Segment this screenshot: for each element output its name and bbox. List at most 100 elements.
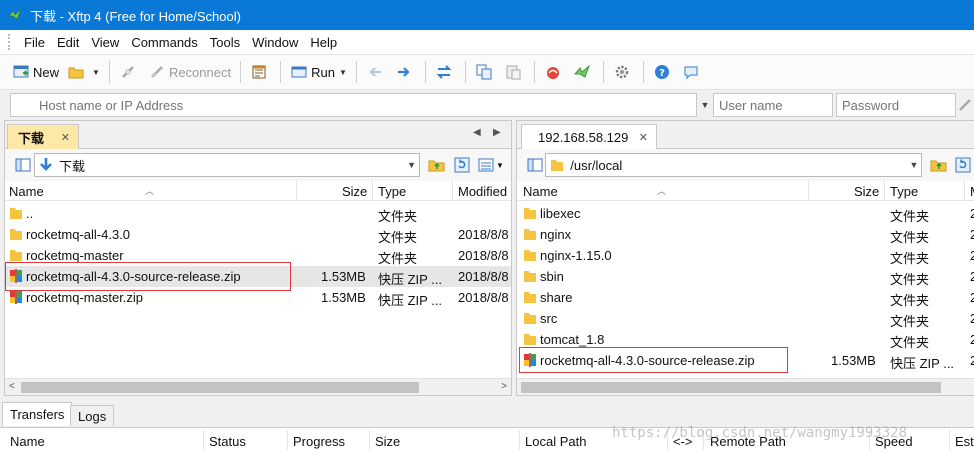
chevron-down-icon[interactable]: ▼ — [697, 93, 713, 117]
refresh-button[interactable] — [953, 154, 974, 176]
file-row[interactable]: sbin 文件夹 2 — [517, 266, 974, 287]
panel-toggle-icon[interactable] — [12, 154, 34, 176]
local-horizontal-scrollbar[interactable]: < > — [5, 378, 511, 395]
col-size[interactable]: Size — [342, 184, 367, 199]
file-row[interactable]: rocketmq-master.zip 1.53MB 快压 ZIP ... 20… — [5, 287, 511, 308]
help-button[interactable]: ? — [649, 59, 678, 85]
forward-button[interactable] — [391, 59, 420, 85]
menu-edit[interactable]: Edit — [51, 35, 85, 50]
scroll-left-icon[interactable]: < — [9, 381, 15, 392]
menu-view[interactable]: View — [85, 35, 125, 50]
remote-path-text: /usr/local — [570, 157, 623, 173]
col-name[interactable]: Name — [523, 184, 558, 199]
remote-path-select[interactable]: /usr/local ▼ — [545, 153, 923, 177]
file-row-selected[interactable]: rocketmq-all-4.3.0-source-release.zip 1.… — [5, 266, 511, 287]
col-transfer-name[interactable]: Name — [10, 434, 45, 449]
local-path-row: 下载 ▼ ▼ — [5, 149, 511, 181]
back-button[interactable] — [362, 59, 391, 85]
parent-folder-button[interactable] — [928, 154, 949, 176]
xftp-button[interactable] — [569, 59, 598, 85]
folder-icon — [523, 332, 537, 346]
refresh-button[interactable] — [451, 154, 473, 176]
svg-text:?: ? — [659, 68, 665, 79]
username-input[interactable] — [713, 93, 833, 117]
col-remote-path[interactable]: Remote Path — [710, 434, 786, 449]
menu-commands[interactable]: Commands — [125, 35, 203, 50]
tab-logs[interactable]: Logs — [70, 405, 115, 426]
file-row[interactable]: rocketmq-all-4.3.0 文件夹 2018/8/8 — [5, 224, 511, 245]
file-row[interactable]: rocketmq-master 文件夹 2018/8/8 — [5, 245, 511, 266]
file-row[interactable]: rocketmq-all-4.3.0-source-release.zip 1.… — [517, 350, 974, 371]
paste-button[interactable] — [500, 59, 529, 85]
run-button[interactable]: Run ▼ — [286, 59, 351, 85]
menu-window[interactable]: Window — [246, 35, 304, 50]
tab-local-downloads[interactable]: 下载 ✕ — [7, 124, 79, 150]
col-local-path[interactable]: Local Path — [525, 434, 586, 449]
file-row[interactable]: tomcat_1.8 文件夹 2 — [517, 329, 974, 350]
chat-button[interactable] — [678, 59, 707, 85]
reconnect-button-label: Reconnect — [168, 64, 232, 80]
password-input[interactable] — [836, 93, 956, 117]
open-folder-button[interactable]: ▼ — [63, 59, 104, 85]
disconnect-button[interactable] — [115, 59, 144, 85]
col-estimated[interactable]: Esti — [955, 434, 974, 449]
scroll-right-icon[interactable]: > — [501, 381, 507, 392]
copy-button[interactable] — [471, 59, 500, 85]
menu-file[interactable]: File — [18, 35, 51, 50]
tab-label: 下载 — [18, 131, 45, 146]
file-row[interactable]: libexec 文件夹 2 — [517, 203, 974, 224]
close-icon[interactable]: ✕ — [639, 131, 648, 144]
parent-folder-button[interactable] — [426, 154, 448, 176]
reconnect-button[interactable]: Reconnect — [144, 59, 235, 85]
connect-icon[interactable] — [956, 93, 974, 117]
new-button[interactable]: New — [8, 59, 63, 85]
zip-archive-icon — [523, 353, 537, 367]
tab-transfers[interactable]: Transfers — [2, 402, 73, 426]
scroll-thumb[interactable] — [521, 382, 941, 393]
col-modified[interactable]: Modified — [458, 184, 507, 199]
tab-scroll-right-icon[interactable]: ▶ — [493, 127, 501, 138]
chevron-down-icon: ▼ — [92, 67, 100, 77]
close-icon[interactable]: ✕ — [61, 131, 70, 144]
local-path-text: 下载 — [59, 158, 86, 174]
panel-toggle-icon[interactable] — [524, 154, 545, 176]
toolbar-divider — [108, 61, 110, 83]
col-progress[interactable]: Progress — [293, 434, 345, 449]
file-row[interactable]: nginx 文件夹 2 — [517, 224, 974, 245]
col-size[interactable]: Size — [854, 184, 879, 199]
col-direction[interactable]: <-> — [673, 434, 693, 449]
gear-icon — [613, 63, 631, 81]
file-row-parent[interactable]: .. 文件夹 — [5, 203, 511, 224]
menu-tools[interactable]: Tools — [204, 35, 246, 50]
col-speed[interactable]: Speed — [875, 434, 913, 449]
tab-scroll-left-icon[interactable]: ◀ — [473, 127, 481, 138]
file-row[interactable]: src 文件夹 2 — [517, 308, 974, 329]
remote-tab-strip: 192.168.58.129 ✕ — [517, 121, 974, 150]
host-input[interactable] — [10, 93, 697, 117]
col-status[interactable]: Status — [209, 434, 246, 449]
local-path-select[interactable]: 下载 ▼ — [34, 153, 420, 177]
col-transfer-size[interactable]: Size — [375, 434, 400, 449]
folder-icon — [523, 290, 537, 304]
xshell-button[interactable] — [540, 59, 569, 85]
file-row[interactable]: share 文件夹 2 — [517, 287, 974, 308]
properties-button[interactable] — [246, 59, 275, 85]
folder-icon — [550, 158, 568, 172]
col-name[interactable]: Name — [9, 184, 44, 199]
properties-icon — [250, 63, 268, 81]
scroll-thumb[interactable] — [21, 382, 419, 393]
xftp-icon — [573, 63, 591, 81]
file-row[interactable]: nginx-1.15.0 文件夹 2 — [517, 245, 974, 266]
col-type[interactable]: Type — [378, 184, 406, 199]
menu-help[interactable]: Help — [304, 35, 343, 50]
remote-horizontal-scrollbar[interactable] — [517, 378, 974, 395]
col-type[interactable]: Type — [890, 184, 918, 199]
tab-label: 192.168.58.129 — [538, 130, 629, 145]
view-mode-button[interactable]: ▼ — [476, 154, 506, 176]
new-button-label: New — [33, 64, 60, 80]
sync-button[interactable] — [431, 59, 460, 85]
tab-remote-server[interactable]: 192.168.58.129 ✕ — [521, 124, 657, 150]
options-button[interactable] — [609, 59, 638, 85]
col-modified[interactable]: Modified — [970, 184, 974, 199]
folder-icon — [9, 206, 23, 220]
